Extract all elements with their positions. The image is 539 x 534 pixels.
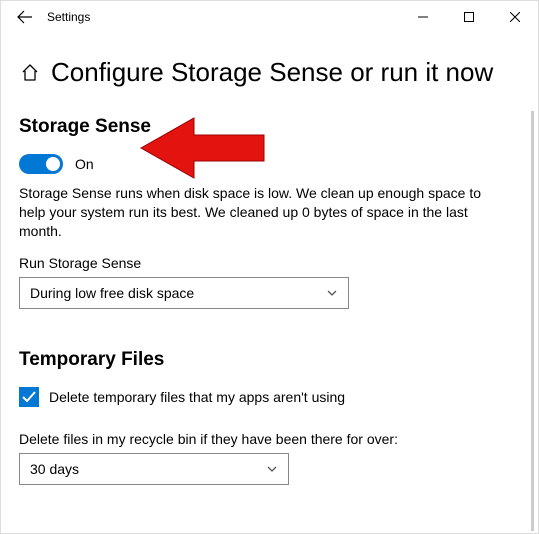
close-icon bbox=[510, 12, 520, 22]
delete-temp-label: Delete temporary files that my apps aren… bbox=[49, 389, 345, 405]
checkmark-icon bbox=[21, 389, 37, 405]
titlebar: Settings bbox=[1, 1, 538, 33]
maximize-button[interactable] bbox=[446, 1, 492, 33]
storage-sense-toggle-row: On bbox=[19, 154, 520, 174]
maximize-icon bbox=[464, 12, 474, 22]
storage-sense-heading: Storage Sense bbox=[19, 116, 520, 138]
delete-temp-checkbox[interactable] bbox=[19, 387, 39, 407]
window-controls bbox=[400, 1, 538, 33]
storage-sense-toggle[interactable] bbox=[19, 154, 63, 174]
home-button[interactable] bbox=[19, 62, 41, 84]
minimize-icon bbox=[418, 12, 428, 22]
chevron-down-icon bbox=[326, 287, 338, 299]
home-icon bbox=[20, 63, 40, 83]
back-arrow-icon bbox=[17, 9, 33, 25]
storage-sense-description: Storage Sense runs when disk space is lo… bbox=[19, 184, 499, 241]
run-storage-sense-label: Run Storage Sense bbox=[19, 255, 520, 271]
recycle-bin-value: 30 days bbox=[30, 461, 79, 477]
close-button[interactable] bbox=[492, 1, 538, 33]
recycle-bin-label: Delete files in my recycle bin if they h… bbox=[19, 431, 520, 447]
page-title: Configure Storage Sense or run it now bbox=[51, 57, 493, 88]
chevron-down-icon bbox=[266, 463, 278, 475]
toggle-knob bbox=[46, 157, 60, 171]
minimize-button[interactable] bbox=[400, 1, 446, 33]
page-header: Configure Storage Sense or run it now bbox=[19, 57, 520, 88]
recycle-bin-dropdown[interactable]: 30 days bbox=[19, 453, 289, 485]
back-button[interactable] bbox=[9, 1, 41, 33]
delete-temp-row: Delete temporary files that my apps aren… bbox=[19, 387, 520, 407]
run-storage-sense-dropdown[interactable]: During low free disk space bbox=[19, 277, 349, 309]
content-area: Configure Storage Sense or run it now St… bbox=[1, 33, 538, 485]
run-storage-sense-value: During low free disk space bbox=[30, 285, 194, 301]
temporary-files-heading: Temporary Files bbox=[19, 349, 520, 371]
scrollbar[interactable] bbox=[531, 111, 534, 531]
toggle-state-label: On bbox=[75, 156, 94, 172]
window-title: Settings bbox=[47, 10, 90, 24]
